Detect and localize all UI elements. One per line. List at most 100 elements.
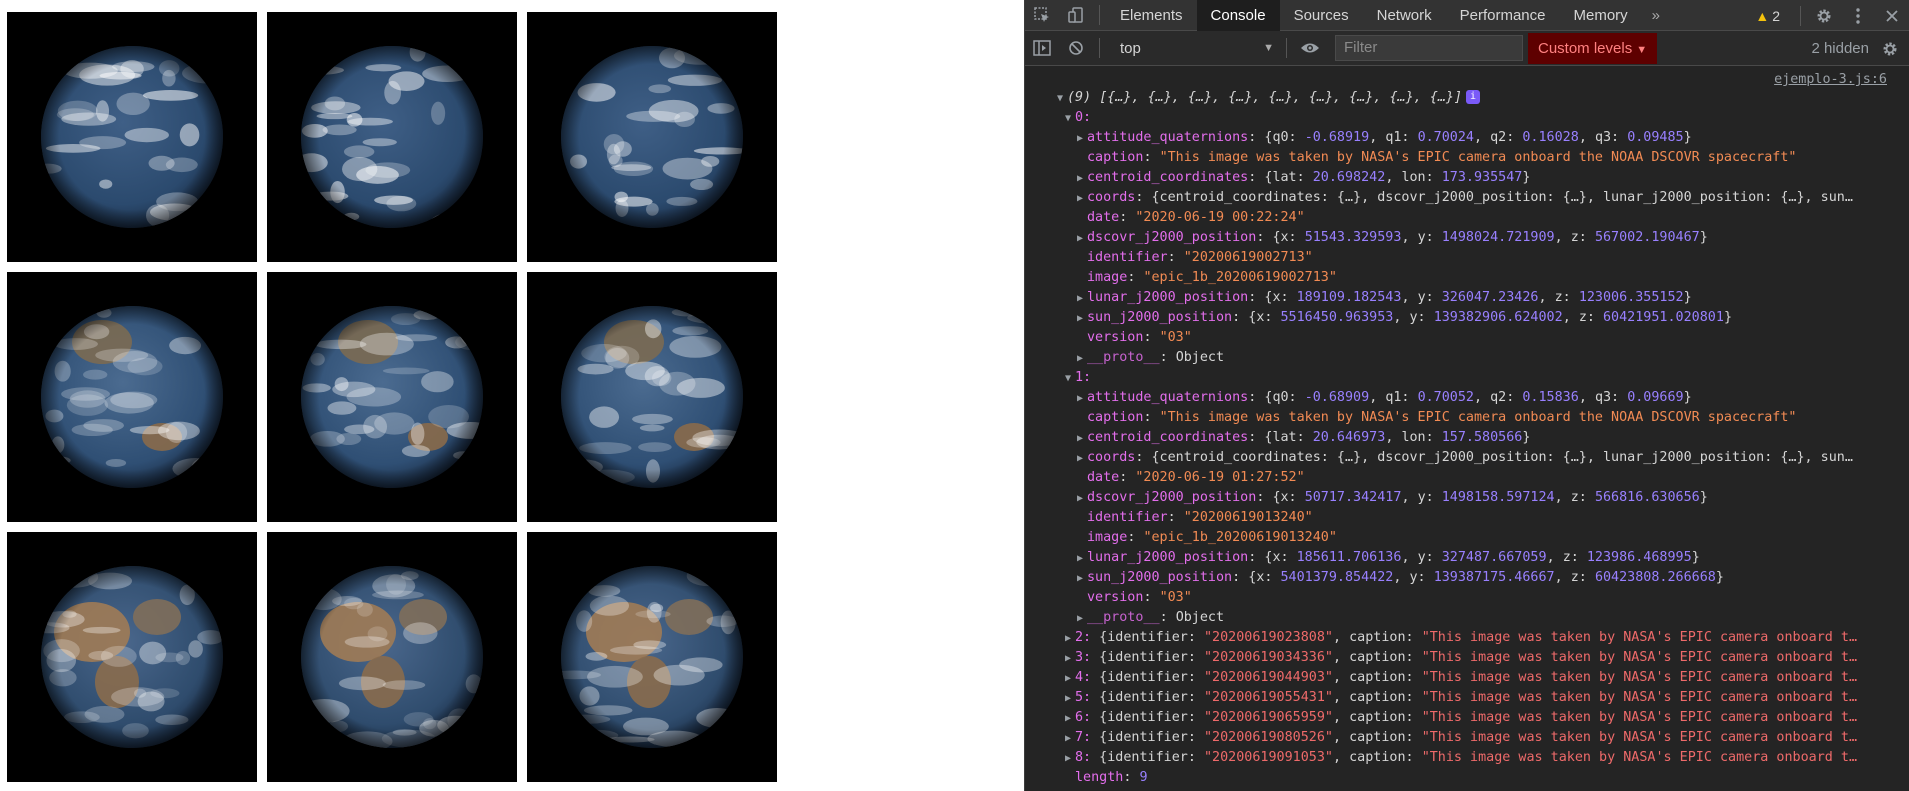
sidebar-toggle-icon[interactable]	[1025, 33, 1059, 64]
expand-triangle-icon[interactable]: ▼	[1057, 89, 1067, 108]
property-key: identifier	[1087, 250, 1168, 265]
earth-image	[7, 12, 257, 262]
array-item-row[interactable]: ▼ 0:	[1065, 108, 1887, 128]
expand-triangle-icon[interactable]: ▶	[1077, 449, 1087, 468]
property-row[interactable]: ▶ __proto__: Object	[1077, 348, 1887, 368]
earth-image	[527, 272, 777, 522]
expand-triangle-icon[interactable]: ▶	[1065, 649, 1075, 668]
expand-triangle-icon[interactable]: ▶	[1065, 749, 1075, 768]
property-key: __proto__	[1087, 350, 1160, 365]
more-options-icon[interactable]	[1841, 0, 1875, 31]
property-row[interactable]: ▶ centroid_coordinates: {lat: 20.646973, …	[1077, 428, 1887, 448]
tab-network[interactable]: Network	[1363, 0, 1446, 31]
collapsed-array-item-row[interactable]: ▶ 4: {identifier: "20200619044903", capti…	[1065, 668, 1887, 688]
expand-triangle-icon[interactable]: ▶	[1077, 569, 1087, 588]
expand-triangle-icon[interactable]: ▶	[1077, 129, 1087, 148]
tab-performance[interactable]: Performance	[1446, 0, 1560, 31]
earth-image	[267, 12, 517, 262]
property-row[interactable]: ▶ dscovr_j2000_position: {x: 50717.342417…	[1077, 488, 1887, 508]
expand-triangle-icon[interactable]: ▶	[1065, 669, 1075, 688]
property-row[interactable]: ▶ lunar_j2000_position: {x: 185611.706136…	[1077, 548, 1887, 568]
expand-triangle-icon[interactable]: ▶	[1077, 389, 1087, 408]
string-value: "03"	[1159, 330, 1192, 345]
string-value: "20200619023808"	[1204, 630, 1333, 645]
expand-triangle-icon[interactable]: ▶	[1065, 709, 1075, 728]
clear-console-icon[interactable]	[1059, 33, 1093, 64]
source-link[interactable]: ejemplo-3.js:6	[1774, 72, 1887, 87]
property-row[interactable]: ▶ lunar_j2000_position: {x: 189109.182543…	[1077, 288, 1887, 308]
collapsed-array-item-row[interactable]: ▶ 7: {identifier: "20200619080526", capti…	[1065, 728, 1887, 748]
number-value: 0.70052	[1417, 390, 1474, 405]
number-value: 60423808.266668	[1594, 570, 1716, 585]
property-row[interactable]: ▶ attitude_quaternions: {q0: -0.68909, q1…	[1077, 388, 1887, 408]
expand-triangle-icon[interactable]: ▶	[1077, 549, 1087, 568]
expand-triangle-icon[interactable]: ▶	[1077, 229, 1087, 248]
expand-triangle-icon[interactable]: ▶	[1065, 629, 1075, 648]
device-toolbar-icon[interactable]	[1059, 0, 1093, 31]
proto-value: Object	[1175, 350, 1225, 365]
expand-triangle-icon[interactable]: ▶	[1065, 689, 1075, 708]
property-row: image: "epic_1b_20200619002713"	[1087, 270, 1337, 285]
property-row: image: "epic_1b_20200619013240"	[1087, 530, 1337, 545]
property-key: coords	[1087, 450, 1136, 465]
property-row[interactable]: ▶ sun_j2000_position: {x: 5401379.854422,…	[1077, 568, 1887, 588]
settings-gear-icon[interactable]	[1807, 0, 1841, 31]
inspect-element-icon[interactable]	[1025, 0, 1059, 31]
expand-triangle-icon[interactable]: ▶	[1077, 489, 1087, 508]
property-row[interactable]: ▶ attitude_quaternions: {q0: -0.68919, q1…	[1077, 128, 1887, 148]
number-value: 327487.667059	[1441, 550, 1547, 565]
expand-triangle-icon[interactable]: ▶	[1077, 169, 1087, 188]
array-item-row[interactable]: ▼ 1:	[1065, 368, 1887, 388]
expand-triangle-icon[interactable]: ▶	[1065, 729, 1075, 748]
property-key: identifier	[1087, 510, 1168, 525]
log-levels-dropdown[interactable]: Custom levels ▼	[1528, 32, 1658, 64]
toolbar-divider	[1800, 5, 1801, 26]
property-key: centroid_coordinates	[1087, 430, 1249, 445]
earth-image	[7, 532, 257, 782]
array-summary-row[interactable]: ▼ (9) [{…}, {…}, {…}, {…}, {…}, {…}, {…},…	[1057, 88, 1887, 108]
property-row[interactable]: ▶ dscovr_j2000_position: {x: 51543.329593…	[1077, 228, 1887, 248]
close-icon[interactable]	[1875, 0, 1909, 31]
number-value: 567002.190467	[1594, 230, 1700, 245]
array-index: 1:	[1075, 370, 1092, 385]
hidden-messages-count: 2 hidden	[1811, 40, 1869, 57]
array-index: 8:	[1075, 750, 1092, 765]
number-value: 51543.329593	[1304, 230, 1402, 245]
property-key: caption	[1087, 410, 1144, 425]
expand-triangle-icon[interactable]: ▶	[1077, 309, 1087, 328]
console-settings-gear-icon[interactable]	[1873, 33, 1907, 64]
string-value: "epic_1b_20200619013240"	[1143, 530, 1337, 545]
dropdown-arrow-icon: ▼	[1636, 43, 1648, 56]
property-row[interactable]: ▶ __proto__: Object	[1077, 608, 1887, 628]
collapsed-array-item-row[interactable]: ▶ 2: {identifier: "20200619023808", capti…	[1065, 628, 1887, 648]
tab-sources[interactable]: Sources	[1280, 0, 1363, 31]
number-value: -0.68919	[1304, 130, 1370, 145]
collapsed-array-item-row[interactable]: ▶ 6: {identifier: "20200619065959", capti…	[1065, 708, 1887, 728]
expand-triangle-icon[interactable]: ▶	[1077, 349, 1087, 368]
expand-triangle-icon[interactable]: ▶	[1077, 429, 1087, 448]
tab-elements[interactable]: Elements	[1106, 0, 1197, 31]
live-expression-eye-icon[interactable]	[1293, 33, 1327, 64]
expand-triangle-icon[interactable]: ▶	[1077, 289, 1087, 308]
filter-input[interactable]: Filter	[1335, 35, 1523, 61]
info-badge-icon: i	[1466, 90, 1481, 104]
collapse-triangle-icon[interactable]: ▼	[1065, 369, 1075, 388]
context-selector[interactable]: top ▼	[1112, 36, 1280, 60]
property-row[interactable]: ▶ coords: {centroid_coordinates: {…}, dsc…	[1077, 188, 1887, 208]
property-row[interactable]: ▶ centroid_coordinates: {lat: 20.698242, …	[1077, 168, 1887, 188]
property-row[interactable]: ▶ coords: {centroid_coordinates: {…}, dsc…	[1077, 448, 1887, 468]
earth-globe	[41, 566, 223, 748]
property-row[interactable]: ▶ sun_j2000_position: {x: 5516450.963953,…	[1077, 308, 1887, 328]
collapsed-array-item-row[interactable]: ▶ 5: {identifier: "20200619055431", capti…	[1065, 688, 1887, 708]
number-value: 0.70024	[1417, 130, 1474, 145]
collapsed-array-item-row[interactable]: ▶ 3: {identifier: "20200619034336", capti…	[1065, 648, 1887, 668]
tab-memory[interactable]: Memory	[1560, 0, 1642, 31]
expand-triangle-icon[interactable]: ▶	[1077, 189, 1087, 208]
tab-console[interactable]: Console	[1196, 0, 1280, 31]
more-tabs-button[interactable]: »	[1642, 0, 1670, 31]
property-key: version	[1087, 590, 1144, 605]
collapse-triangle-icon[interactable]: ▼	[1065, 109, 1075, 128]
collapsed-array-item-row[interactable]: ▶ 8: {identifier: "20200619091053", capti…	[1065, 748, 1887, 768]
warnings-badge[interactable]: ▲ 2	[1755, 8, 1780, 24]
expand-triangle-icon[interactable]: ▶	[1077, 609, 1087, 628]
